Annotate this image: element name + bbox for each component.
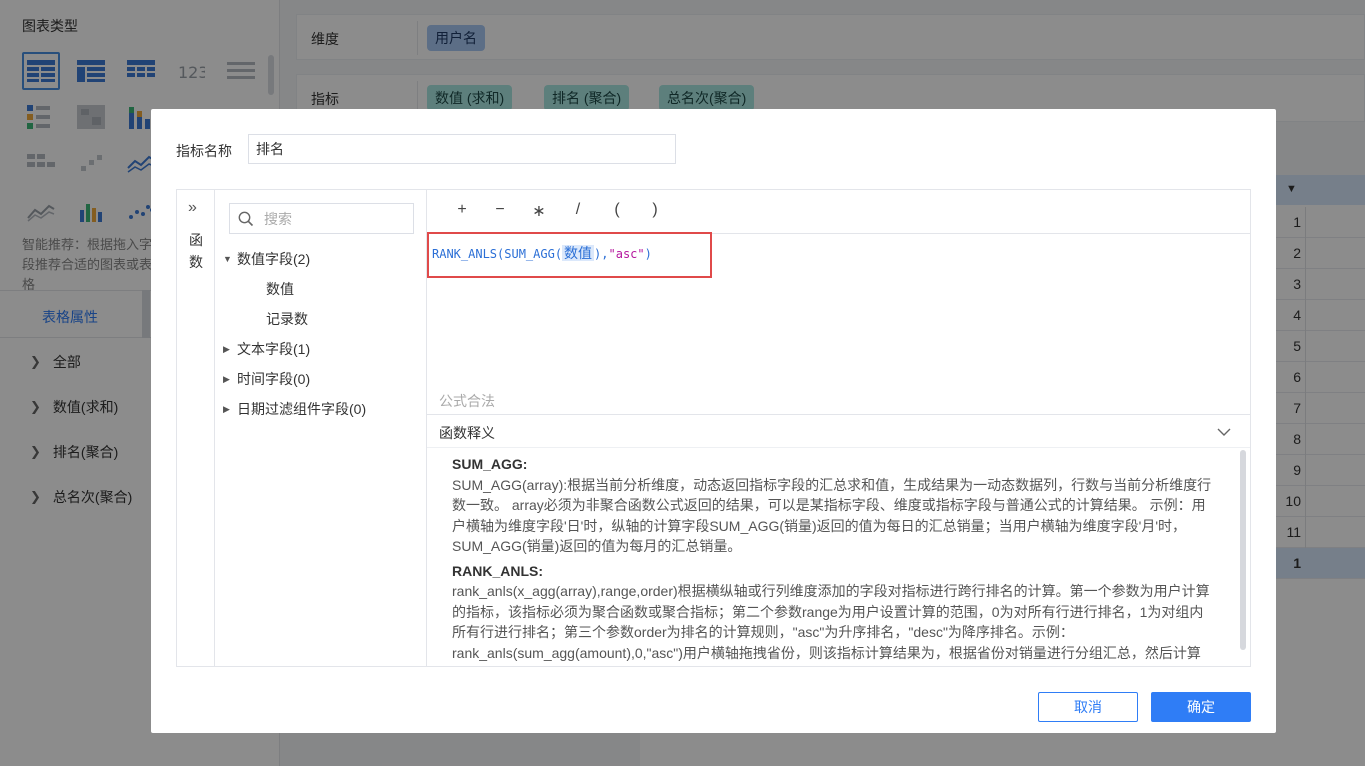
rank-anls-description: rank_anls(x_agg(array),range,order)根据横纵轴…	[452, 583, 1210, 661]
tree-group-date-filter[interactable]: ▶ 日期过滤组件字段(0)	[223, 399, 366, 419]
field-panel: ▼ 数值字段(2) 数值 记录数 ▶ 文本字段(1) ▶ 时间字段(0) ▶ 日…	[215, 190, 427, 666]
tree-group-numeric[interactable]: ▼ 数值字段(2)	[223, 249, 310, 269]
description-scrollbar[interactable]	[1240, 450, 1246, 650]
tree-group-time[interactable]: ▶ 时间字段(0)	[223, 369, 310, 389]
search-input[interactable]	[264, 204, 412, 233]
formula-dialog: 指标名称 » 函数 ▼ 数值字段(2) 数值 记录数 ▶	[151, 109, 1276, 733]
caret-right-icon: ▶	[223, 403, 230, 414]
function-description-body: SUM_AGG: SUM_AGG(array):根据当前分析维度，动态返回指标字…	[452, 454, 1212, 664]
caret-right-icon: ▶	[223, 373, 230, 384]
divide-button[interactable]: /	[568, 201, 588, 219]
left-paren-button[interactable]: (	[607, 201, 627, 219]
formula-highlight-box	[427, 232, 712, 278]
plus-button[interactable]: +	[452, 201, 472, 219]
function-description-header[interactable]: 函数释义	[427, 414, 1250, 448]
chevron-down-icon[interactable]	[1216, 424, 1232, 440]
field-search-box[interactable]	[229, 203, 414, 234]
minus-button[interactable]: −	[490, 201, 510, 219]
operator-toolbar: + − ∗ / ( )	[427, 190, 1250, 234]
cancel-button[interactable]: 取消	[1038, 692, 1138, 722]
right-paren-button[interactable]: )	[645, 201, 665, 219]
rank-anls-title: RANK_ANLS:	[452, 562, 543, 579]
tree-group-label: 数值字段(2)	[237, 251, 311, 267]
tree-group-text[interactable]: ▶ 文本字段(1)	[223, 339, 310, 359]
function-label: 函数	[189, 232, 203, 270]
formula-panel: + − ∗ / ( ) RANK_ANLS(SUM_AGG(数值),"asc")…	[427, 190, 1250, 666]
function-panel-toggle[interactable]: » 函数	[177, 190, 215, 666]
caret-right-icon: ▶	[223, 343, 230, 354]
field-item-record-count[interactable]: 记录数	[266, 309, 308, 329]
sum-agg-description: SUM_AGG(array):根据当前分析维度，动态返回指标字段的汇总求和值，生…	[452, 476, 1212, 555]
tree-group-label: 日期过滤组件字段(0)	[237, 401, 367, 417]
confirm-button[interactable]: 确定	[1151, 692, 1251, 722]
double-chevron-right-icon[interactable]: »	[188, 199, 197, 217]
multiply-button[interactable]: ∗	[529, 201, 549, 221]
formula-valid-status: 公式合法	[439, 393, 495, 409]
formula-editor: » 函数 ▼ 数值字段(2) 数值 记录数 ▶ 文本字段(1)	[176, 189, 1251, 667]
tree-group-label: 时间字段(0)	[237, 371, 311, 387]
function-description-title: 函数释义	[439, 425, 495, 441]
tree-group-label: 文本字段(1)	[237, 341, 311, 357]
field-item-value[interactable]: 数值	[266, 279, 294, 299]
caret-down-icon: ▼	[223, 254, 232, 264]
indicator-name-input[interactable]	[248, 134, 676, 164]
indicator-name-label: 指标名称	[176, 143, 232, 159]
search-icon	[238, 211, 254, 227]
sum-agg-title: SUM_AGG:	[452, 456, 528, 472]
